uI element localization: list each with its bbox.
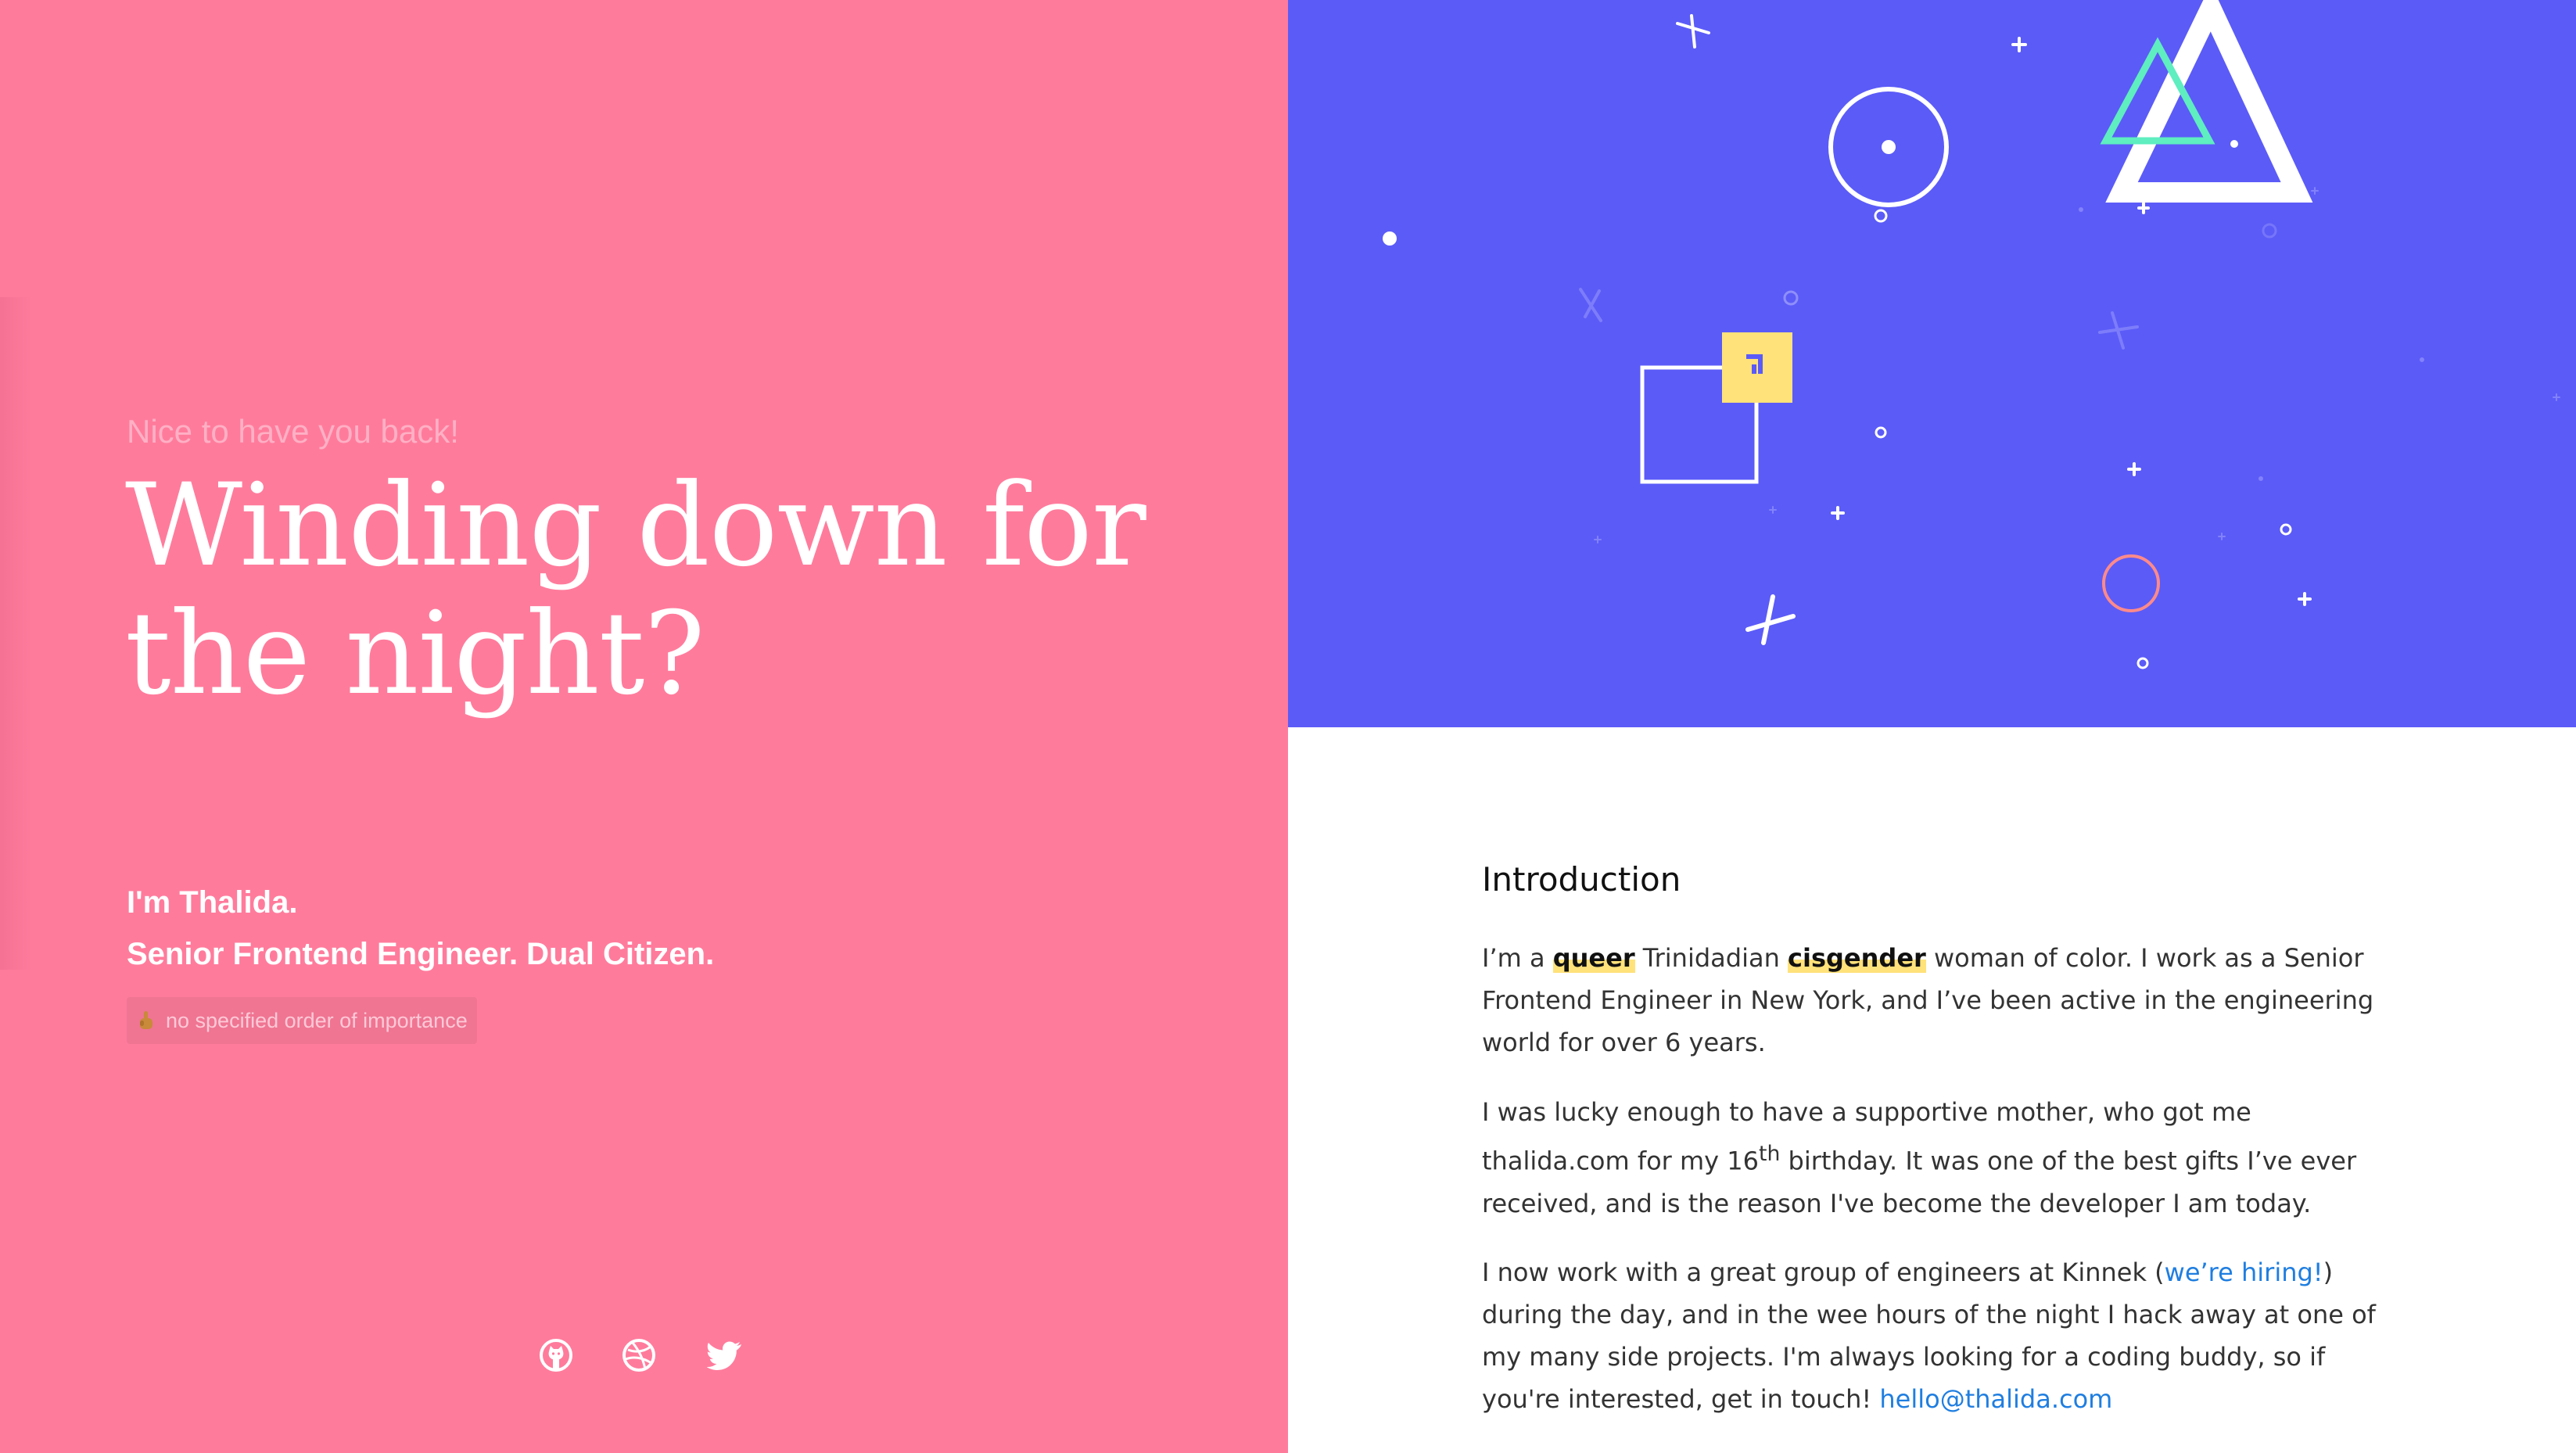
p1-text-1: I’m a — [1482, 943, 1553, 973]
email-link[interactable]: hello@thalida.com — [1879, 1384, 2112, 1414]
note-badge: no specified order of importance — [127, 997, 477, 1044]
note-text: no specified order of importance — [166, 1008, 468, 1032]
coral-circle-shape — [2102, 554, 2160, 612]
section-title: Introduction — [1482, 860, 1681, 899]
p3-text-1: I now work with a great group of enginee… — [1482, 1257, 2165, 1287]
hiring-link[interactable]: we’re hiring! — [2165, 1257, 2323, 1287]
p1-text-2: Trinidadian — [1634, 943, 1788, 973]
headline-line-2: the night? — [125, 587, 705, 720]
dribbble-icon — [622, 1339, 655, 1372]
ordinal-suffix: th — [1759, 1142, 1781, 1166]
highlight-queer: queer — [1552, 943, 1635, 973]
intro-role: Senior Frontend Engineer. Dual Citizen. — [127, 937, 715, 971]
pointing-up-hand-icon — [140, 1011, 152, 1029]
intro-paragraph-2: I was lucky enough to have a supportive … — [1482, 1091, 2405, 1225]
intro-paragraph-1: I’m a queer Trinidadian cisgender woman … — [1482, 937, 2405, 1064]
geometric-illustration — [1383, 0, 2560, 669]
twitter-icon — [706, 1341, 741, 1370]
dribbble-link[interactable] — [621, 1337, 657, 1373]
triangle-shape-white — [2105, 0, 2313, 203]
hero-panel: Nice to have you back! Winding down for … — [0, 0, 1288, 1453]
greeting-text: Nice to have you back! — [127, 413, 459, 450]
intro-name: I'm Thalida. — [127, 885, 298, 920]
illustration-banner — [1288, 0, 2576, 727]
github-link[interactable] — [538, 1337, 574, 1373]
highlight-cisgender: cisgender — [1788, 943, 1926, 973]
headline-line-1: Winding down for — [125, 459, 1146, 592]
panel-edge-shadow — [0, 297, 31, 970]
yellow-square-shape — [1722, 332, 1792, 403]
hero-headline: Winding down for the night? — [125, 461, 1220, 718]
about-section: Introduction I’m a queer Trinidadian cis… — [1288, 727, 2576, 1453]
twitter-link[interactable] — [706, 1337, 743, 1373]
intro-paragraph-3: I now work with a great group of enginee… — [1482, 1251, 2405, 1420]
github-icon — [540, 1339, 572, 1372]
